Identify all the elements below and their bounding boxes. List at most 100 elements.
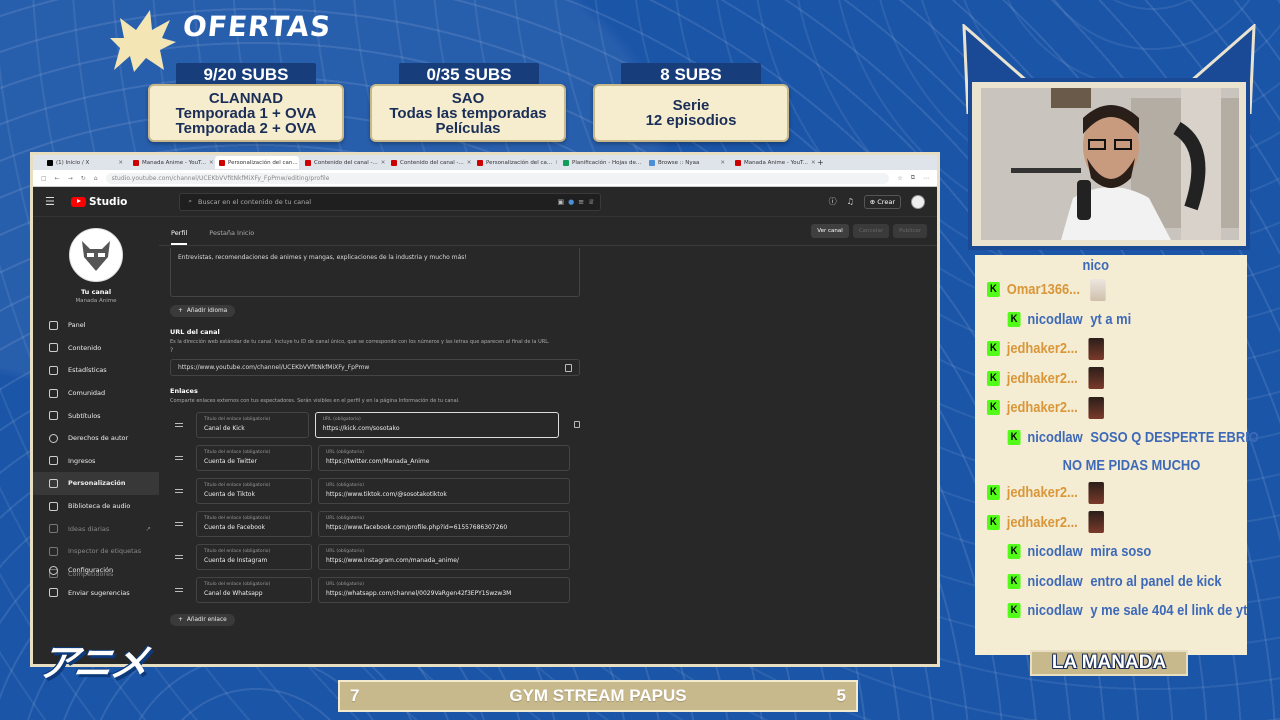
browser-tab[interactable]: Manada Anime - YouT...✕ [731, 156, 815, 169]
chat-username[interactable]: nicodlaw [1027, 573, 1082, 590]
browser-tab[interactable]: Manada Anime - YouT...✕ [129, 156, 213, 169]
publish-button[interactable]: Publicar [893, 224, 927, 238]
extension-icon[interactable]: ▣ [558, 198, 565, 206]
notifications-icon[interactable]: ♫ [847, 197, 854, 206]
drag-handle-icon[interactable] [175, 587, 183, 592]
help-icon[interactable]: ⓘ [829, 196, 837, 207]
browser-tab-active[interactable]: Personalización del can...✕ [215, 156, 299, 169]
link-title-field[interactable]: Título del enlace (obligatorio) Cuenta de… [196, 510, 312, 537]
tab-pestana-inicio[interactable]: Pestaña Inicio [209, 229, 254, 245]
chat-username[interactable]: nicodlaw [1027, 429, 1082, 446]
link-url-field[interactable]: URL (obligatorio) https://twitter.com/Man… [318, 444, 570, 471]
close-tab-icon[interactable]: ✕ [209, 160, 213, 166]
extension-icon[interactable]: ● [568, 198, 574, 206]
description-field[interactable]: Entrevistas, recomendaciones de animes y… [170, 248, 580, 297]
home-icon[interactable]: ⌂ [94, 175, 98, 182]
browser-tab[interactable]: (1) Inicio / X ✕ [43, 156, 127, 169]
browser-tab-label: Manada Anime - YouT... [142, 159, 207, 166]
close-tab-icon[interactable]: ✕ [555, 160, 557, 166]
url-input[interactable]: studio.youtube.com/channel/UCEKbVVfitNkf… [105, 172, 890, 184]
link-title-field[interactable]: Título del enlace (obligatorio) Canal de … [196, 411, 309, 438]
close-tab-icon[interactable]: ✕ [381, 160, 385, 166]
drag-handle-icon[interactable] [175, 488, 183, 493]
close-tab-icon[interactable]: ✕ [720, 160, 725, 166]
field-label: URL (obligatorio) [322, 417, 361, 422]
drag-handle-icon[interactable] [175, 455, 183, 460]
forward-icon[interactable]: → [68, 175, 73, 182]
browser-tab[interactable]: Contenido del canal -... ✕ [301, 156, 385, 169]
copy-icon[interactable] [565, 363, 572, 372]
sidebar-item-panel[interactable]: Panel [33, 314, 159, 337]
sidebar-item-ideas[interactable]: Ideas diarias ↗ [33, 517, 159, 540]
content-icon [49, 343, 58, 353]
sidebar-toggle-icon[interactable]: ▢ [41, 175, 47, 182]
chat-username[interactable]: jedhaker2... [1007, 370, 1078, 387]
reload-icon[interactable]: ↻ [81, 175, 86, 182]
sidebar-item-label: Derechos de autor [68, 434, 129, 443]
sidebar-item-sugerencias[interactable]: Enviar sugerencias [33, 582, 159, 605]
close-tab-icon[interactable]: ✕ [467, 160, 471, 166]
link-url-field[interactable]: URL (obligatorio) https://whatsapp.com/ch… [318, 576, 570, 603]
chat-username[interactable]: nicodlaw [1027, 602, 1082, 619]
add-link-button[interactable]: + Añadir enlace [170, 614, 235, 626]
back-icon[interactable]: ← [55, 175, 60, 182]
browser-tab[interactable]: Browse :: Nyaa ✕ [645, 156, 729, 169]
sidebar-item-contenido[interactable]: Contenido [33, 337, 159, 360]
offer-line: Películas [435, 119, 501, 137]
chat-username[interactable]: Omar1366... [1007, 281, 1080, 298]
chat-username[interactable]: nicodlaw [1027, 311, 1082, 328]
channel-avatar[interactable] [69, 228, 123, 282]
link-url-field[interactable]: URL (obligatorio) https://www.instagram.c… [318, 543, 570, 570]
channel-url-field[interactable]: https://www.youtube.com/channel/UCEKbVVf… [170, 359, 580, 376]
trophy-icon[interactable]: ♕ [588, 198, 594, 206]
link-title-field[interactable]: Título del enlace (obligatorio) Cuenta de… [196, 477, 312, 504]
menu-dots-icon[interactable]: ⋯ [923, 175, 929, 182]
drag-handle-icon[interactable] [175, 554, 183, 559]
close-tab-icon[interactable]: ✕ [811, 160, 815, 166]
tag-inspector-icon [49, 546, 58, 556]
youtube-studio-logo[interactable]: Studio [71, 196, 127, 208]
link-title-field[interactable]: Título del enlace (obligatorio) Cuenta de… [196, 444, 312, 471]
browser-tab-label: Personalización del can... [228, 159, 298, 166]
chat-username[interactable]: jedhaker2... [1007, 484, 1078, 501]
link-url-field[interactable]: URL (obligatorio) https://kick.com/sosota… [314, 411, 560, 438]
add-language-button[interactable]: + Añadir idioma [170, 305, 236, 317]
sidebar-item-comunidad[interactable]: Comunidad [33, 382, 159, 405]
chat-username[interactable]: nicodlaw [1027, 543, 1082, 560]
sidebar-item-ingresos[interactable]: Ingresos [33, 450, 159, 473]
create-button[interactable]: ⊕ Crear [863, 194, 901, 209]
search-input[interactable]: ⌕ Buscar en el contenido de tu canal ▣ ●… [179, 192, 602, 211]
chat-username[interactable]: jedhaker2... [1007, 399, 1078, 416]
chat-username[interactable]: jedhaker2... [1007, 340, 1078, 357]
dog-emote-icon [1090, 278, 1106, 301]
help-icon[interactable]: ? [170, 347, 580, 354]
new-tab-icon[interactable]: + [817, 158, 824, 167]
tab-perfil[interactable]: Perfil [171, 229, 188, 245]
link-url-field[interactable]: URL (obligatorio) https://www.tiktok.com/… [318, 477, 570, 504]
view-channel-button[interactable]: Ver canal [811, 224, 849, 238]
sidebar-item-estadisticas[interactable]: Estadísticas [33, 359, 159, 382]
sidebar-item-derechos[interactable]: Derechos de autor [33, 427, 159, 450]
sidebar-item-subtitulos[interactable]: Subtítulos [33, 404, 159, 427]
link-title-field[interactable]: Título del enlace (obligatorio) Canal de … [196, 576, 312, 603]
drag-handle-icon[interactable] [175, 521, 183, 526]
sidebar-item-personalizacion[interactable]: Personalización [33, 472, 159, 495]
sidebar-item-configuracion[interactable]: Configuración [33, 559, 159, 582]
list-icon[interactable]: ≡ [578, 198, 584, 206]
close-tab-icon[interactable]: ✕ [118, 160, 123, 166]
cancel-button[interactable]: Cancelar [852, 224, 890, 238]
extensions-icon[interactable]: ⧉ [911, 174, 915, 182]
wolf-logo-icon [110, 10, 176, 72]
avatar[interactable] [911, 194, 925, 209]
browser-tab[interactable]: Personalización del ca...✕ [473, 156, 557, 169]
star-icon[interactable]: ☆ [897, 175, 902, 182]
chat-username[interactable]: jedhaker2... [1007, 514, 1078, 531]
sidebar-item-biblioteca[interactable]: Biblioteca de audio [33, 495, 159, 518]
link-url-field[interactable]: URL (obligatorio) https://www.facebook.co… [318, 510, 570, 537]
hamburger-menu-icon[interactable]: ☰ [45, 195, 65, 208]
delete-icon[interactable] [574, 421, 580, 428]
link-title-field[interactable]: Título del enlace (obligatorio) Cuenta de… [196, 543, 312, 570]
browser-tab[interactable]: Contenido del canal -... ✕ [387, 156, 471, 169]
drag-handle-icon[interactable] [175, 422, 183, 427]
browser-tab[interactable]: Planificación - Hojas de...✕ [559, 156, 643, 169]
